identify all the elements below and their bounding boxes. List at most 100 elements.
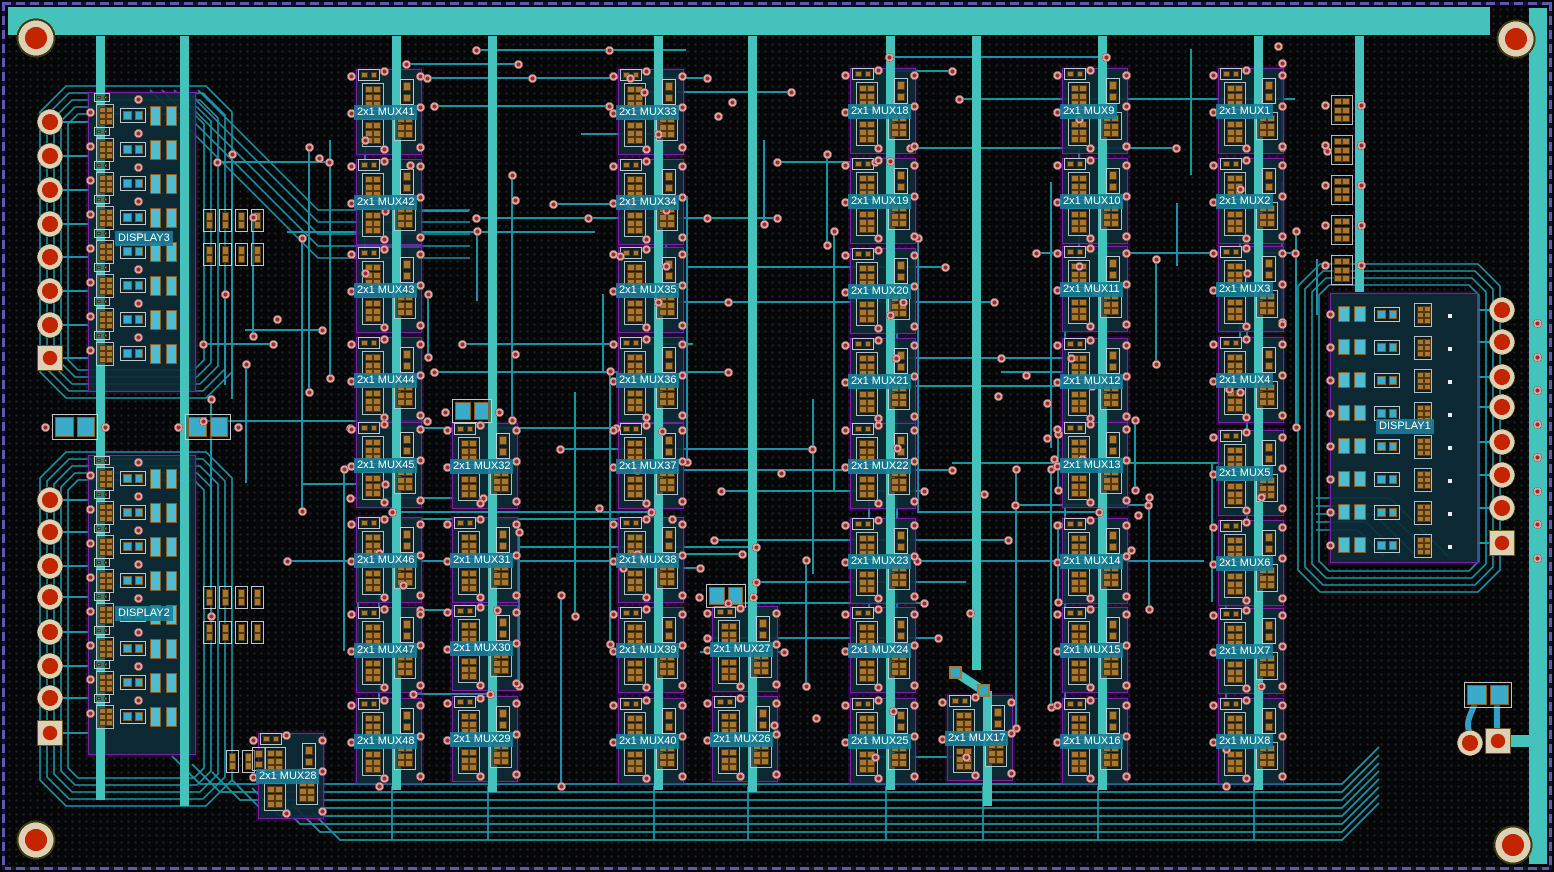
display-led-pad[interactable] (1354, 504, 1366, 520)
via[interactable] (318, 807, 327, 816)
via[interactable] (380, 67, 389, 76)
via[interactable] (1086, 244, 1095, 253)
smd-2pad-footprint[interactable] (94, 524, 110, 533)
via[interactable] (399, 581, 408, 590)
smd-ic-footprint[interactable] (624, 657, 646, 685)
smd-ic-footprint[interactable] (458, 473, 480, 501)
via[interactable] (678, 233, 687, 242)
smd-2pad-footprint[interactable] (1262, 618, 1276, 644)
via[interactable] (662, 262, 671, 271)
smd-2pad-footprint[interactable] (94, 592, 110, 601)
via[interactable] (886, 157, 895, 166)
smd-ic-footprint[interactable] (1414, 501, 1432, 525)
smd-ic-footprint[interactable] (96, 535, 114, 559)
smd-2pad-footprint[interactable] (1106, 256, 1120, 282)
smd-2pad-footprint[interactable] (1064, 158, 1086, 170)
via[interactable] (1131, 416, 1140, 425)
display-pin-pad[interactable] (1489, 394, 1515, 420)
smd-2pad-footprint[interactable] (94, 331, 110, 340)
via[interactable] (910, 412, 919, 421)
via[interactable] (678, 250, 687, 259)
via[interactable] (1134, 511, 1143, 520)
via[interactable] (380, 696, 389, 705)
display-led-pad[interactable] (1354, 372, 1366, 388)
resistor-footprint[interactable] (219, 243, 232, 266)
display-led-pad[interactable] (1354, 306, 1366, 322)
via[interactable] (808, 445, 817, 454)
via[interactable] (736, 682, 745, 691)
display-led-pad[interactable] (150, 276, 161, 296)
smd-2pad-footprint[interactable] (120, 675, 146, 690)
via[interactable] (416, 411, 425, 420)
via[interactable] (752, 578, 761, 587)
smd-2pad-footprint[interactable] (454, 517, 476, 529)
via[interactable] (1278, 504, 1287, 513)
via[interactable] (678, 426, 687, 435)
smd-2pad-footprint[interactable] (620, 423, 642, 435)
via[interactable] (1278, 701, 1287, 710)
via[interactable] (1095, 508, 1104, 517)
via[interactable] (86, 210, 95, 219)
smd-ic-footprint[interactable] (1414, 336, 1432, 360)
via[interactable] (1533, 353, 1542, 362)
via[interactable] (841, 701, 850, 710)
via[interactable] (1236, 185, 1245, 194)
via[interactable] (1278, 732, 1287, 741)
via[interactable] (1357, 261, 1366, 270)
via[interactable] (703, 214, 712, 223)
via[interactable] (1122, 280, 1131, 289)
smd-2pad-footprint[interactable] (1064, 246, 1086, 258)
display-led-pad[interactable] (150, 537, 161, 557)
via[interactable] (361, 269, 370, 278)
smd-ic-footprint[interactable] (624, 473, 646, 501)
via[interactable] (416, 162, 425, 171)
via[interactable] (305, 388, 314, 397)
via[interactable] (910, 681, 919, 690)
smd-2pad-footprint[interactable] (1220, 520, 1242, 532)
via[interactable] (1152, 255, 1161, 264)
resistor-footprint[interactable] (251, 621, 264, 644)
smd-2pad-footprint[interactable] (662, 708, 676, 734)
via[interactable] (678, 701, 687, 710)
via[interactable] (1533, 554, 1542, 563)
via[interactable] (416, 321, 425, 330)
smd-2pad-footprint[interactable] (358, 69, 380, 81)
smd-2pad-footprint[interactable] (120, 142, 146, 157)
via[interactable] (298, 507, 307, 516)
via[interactable] (971, 693, 980, 702)
smd-2pad-footprint[interactable] (400, 257, 414, 283)
via[interactable] (571, 612, 580, 621)
via[interactable] (874, 696, 883, 705)
via[interactable] (416, 591, 425, 600)
resistor-footprint[interactable] (203, 209, 216, 232)
display-led-pad[interactable] (150, 571, 161, 591)
via[interactable] (508, 171, 517, 180)
via[interactable] (134, 265, 143, 274)
via[interactable] (1122, 341, 1131, 350)
via[interactable] (772, 609, 781, 618)
via[interactable] (1122, 592, 1131, 601)
via[interactable] (1326, 475, 1335, 484)
display-led-pad[interactable] (166, 174, 177, 194)
via[interactable] (642, 774, 651, 783)
via[interactable] (640, 88, 649, 97)
via[interactable] (1242, 144, 1251, 153)
via[interactable] (249, 213, 258, 222)
via[interactable] (696, 564, 705, 573)
smd-2pad-footprint[interactable] (358, 517, 380, 529)
via[interactable] (609, 426, 618, 435)
via[interactable] (823, 241, 832, 250)
via[interactable] (955, 95, 964, 104)
smd-2pad-footprint[interactable] (894, 168, 908, 194)
via[interactable] (1007, 698, 1016, 707)
smd-2pad-footprint[interactable] (400, 79, 414, 105)
smd-2pad-footprint[interactable] (662, 79, 676, 105)
via[interactable] (1242, 518, 1251, 527)
smd-2pad-footprint[interactable] (120, 108, 146, 123)
via[interactable] (1053, 249, 1062, 258)
via[interactable] (512, 426, 521, 435)
via[interactable] (1054, 486, 1063, 495)
via[interactable] (1242, 606, 1251, 615)
display-led-pad[interactable] (150, 208, 161, 228)
display-led-pad[interactable] (1338, 405, 1350, 421)
